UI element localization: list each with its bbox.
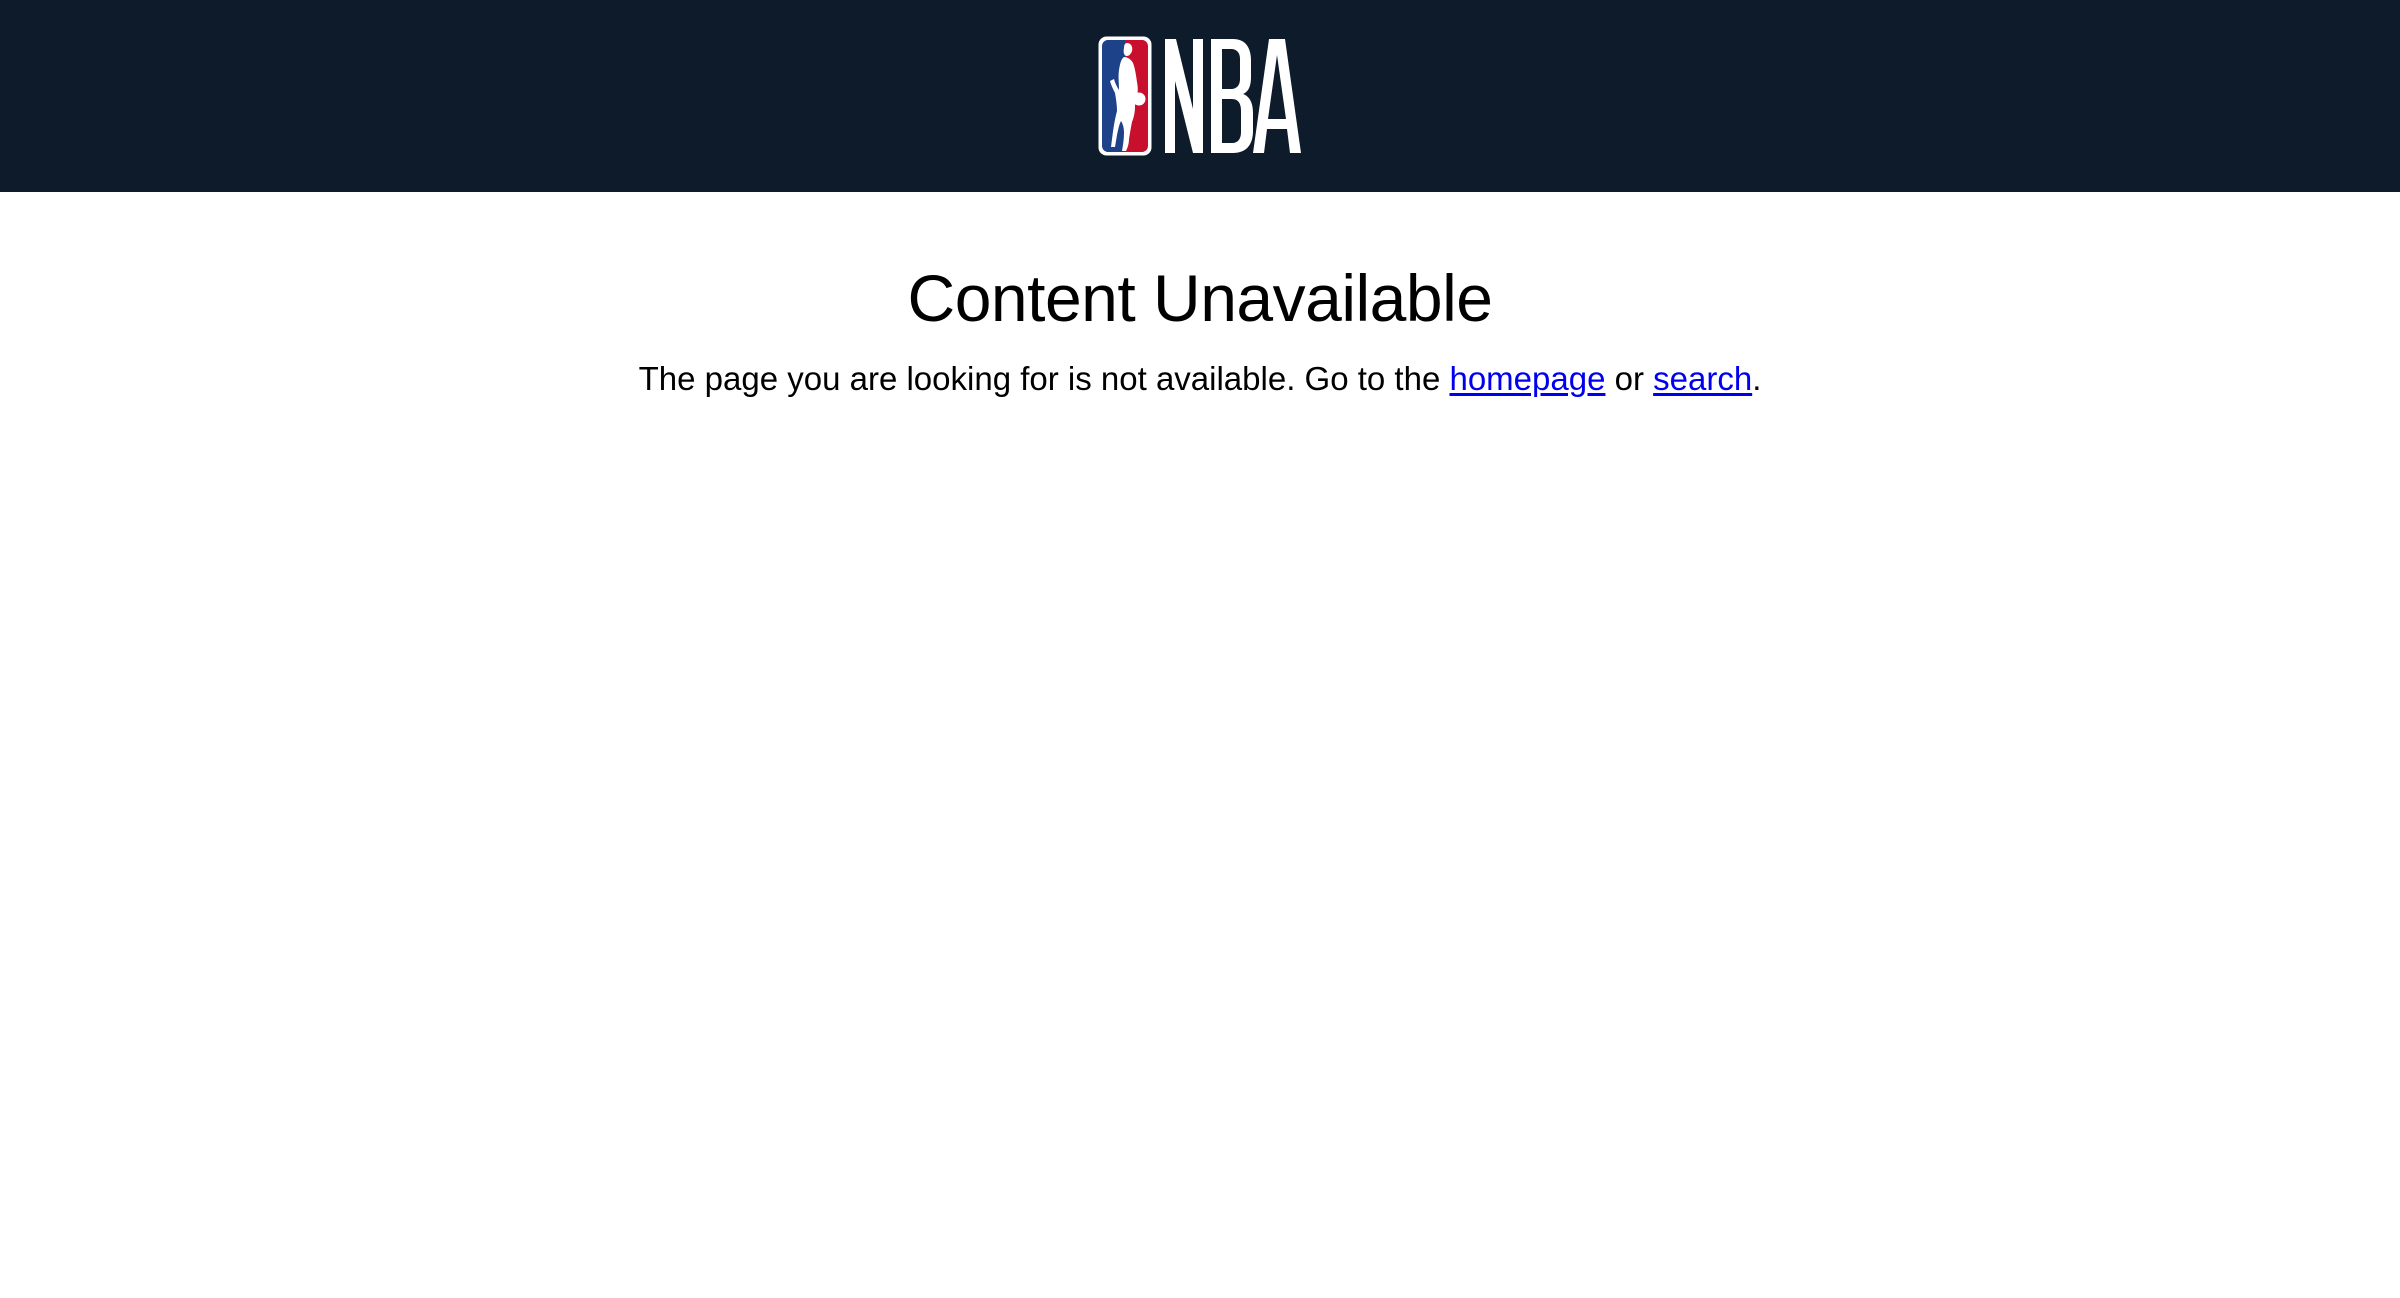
message-suffix: . [1752, 360, 1762, 397]
page-title: Content Unavailable [907, 261, 1493, 335]
unavailable-message: The page you are looking for is not avai… [0, 338, 2400, 402]
search-link[interactable]: search [1653, 360, 1752, 397]
message-middle: or [1605, 360, 1654, 397]
nba-logo-link[interactable] [1097, 35, 1303, 157]
nba-logo-icon [1098, 36, 1152, 156]
main-content: Content Unavailable The page you are loo… [0, 192, 2400, 402]
site-header [0, 0, 2400, 192]
homepage-link[interactable]: homepage [1449, 360, 1605, 397]
message-prefix: The page you are looking for is not avai… [638, 360, 1450, 397]
nba-wordmark [1165, 39, 1301, 153]
